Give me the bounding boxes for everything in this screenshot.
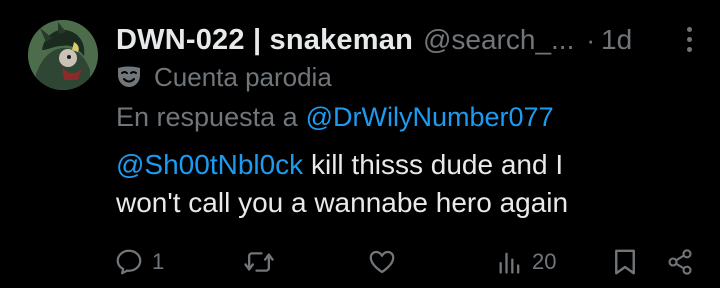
timestamp[interactable]: 1d bbox=[601, 24, 632, 56]
like-icon bbox=[369, 250, 395, 274]
more-icon[interactable] bbox=[678, 22, 700, 56]
bookmark-icon bbox=[615, 249, 635, 275]
parody-label-row: Cuenta parodia bbox=[116, 62, 332, 92]
bookmark-button[interactable] bbox=[612, 240, 638, 284]
user-handle[interactable]: @search_... bbox=[423, 24, 574, 56]
reply-prefix: En respuesta a bbox=[116, 101, 298, 132]
views-button[interactable]: 20 bbox=[496, 240, 556, 284]
display-name[interactable]: DWN-022 | snakeman bbox=[116, 24, 413, 57]
mention-link[interactable]: @Sh00tNbl0ck bbox=[116, 149, 303, 180]
tweet[interactable]: DWN-022 | snakeman @search_... · 1d Cuen… bbox=[0, 0, 720, 288]
share-icon bbox=[668, 249, 692, 275]
views-count: 20 bbox=[532, 249, 557, 274]
tweet-text-line2: won't call you a wannabe hero again bbox=[116, 187, 569, 218]
separator-dot: · bbox=[586, 24, 596, 55]
views-icon bbox=[499, 252, 520, 274]
parody-label: Cuenta parodia bbox=[154, 61, 332, 92]
tweet-header: DWN-022 | snakeman @search_... · 1d bbox=[116, 20, 696, 60]
share-button[interactable] bbox=[666, 240, 694, 284]
reply-icon bbox=[116, 249, 142, 275]
tweet-text-line1: kill thisss dude and I bbox=[303, 149, 564, 180]
retweet-icon bbox=[244, 252, 274, 272]
reply-to-link[interactable]: @DrWilyNumber077 bbox=[306, 102, 554, 133]
parody-mask-icon bbox=[118, 66, 140, 87]
like-button[interactable] bbox=[367, 240, 405, 284]
action-bar: 1 20 bbox=[0, 240, 720, 284]
reply-button[interactable]: 1 bbox=[114, 240, 164, 284]
avatar[interactable] bbox=[28, 20, 98, 90]
reply-count: 1 bbox=[152, 249, 165, 274]
reply-context: En respuesta a @DrWilyNumber077 bbox=[116, 100, 554, 134]
tweet-text: @Sh00tNbl0ck kill thisss dude and I won'… bbox=[116, 146, 676, 222]
retweet-button[interactable] bbox=[243, 240, 283, 284]
